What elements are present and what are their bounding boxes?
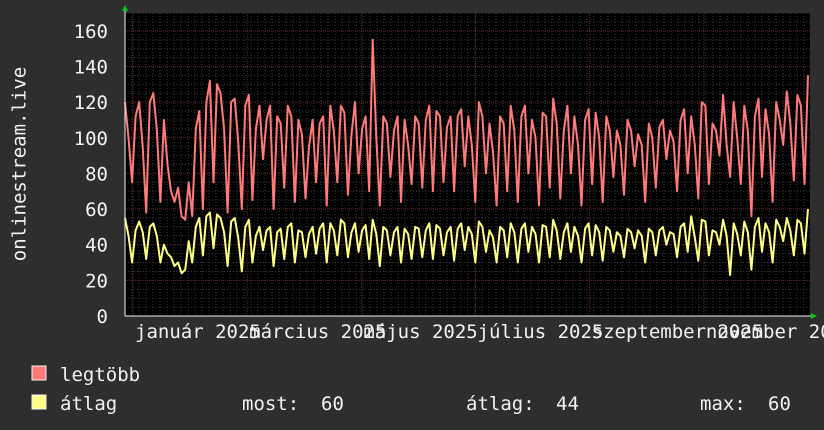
chart: 0 20 40 60 80 100 120 140 160 január 2025március… bbox=[0, 0, 824, 430]
x-tick-label: július 2025 bbox=[478, 321, 604, 343]
x-tick-labels: január 2025március 2025május 2025 július … bbox=[135, 321, 824, 343]
y-tick-label: 0 bbox=[97, 306, 108, 328]
y-tick-label: 100 bbox=[74, 128, 108, 150]
legend-swatch-atlag bbox=[31, 394, 47, 410]
stat-max-value: 60 bbox=[768, 393, 791, 415]
stat-avg-value: 44 bbox=[556, 393, 579, 415]
y-tick-label: 120 bbox=[74, 92, 108, 114]
y-tick-label: 80 bbox=[85, 163, 108, 185]
y-tick-label: 60 bbox=[85, 199, 108, 221]
legend-label-legtobb: legtöbb bbox=[60, 364, 140, 386]
x-tick-label: november 2025 bbox=[706, 321, 824, 343]
x-tick-label: január 2025 bbox=[135, 321, 261, 343]
y-tick-label: 160 bbox=[74, 21, 108, 43]
y-tick-label: 20 bbox=[85, 270, 108, 292]
stat-avg-label: átlag: bbox=[466, 393, 535, 415]
y-axis-label: onlinestream.live bbox=[9, 67, 31, 261]
legend-swatch-legtobb bbox=[31, 365, 47, 381]
stat-now-value: 60 bbox=[321, 393, 344, 415]
stat-now-label: most: bbox=[242, 393, 299, 415]
y-tick-label: 140 bbox=[74, 56, 108, 78]
legend-label-atlag: átlag bbox=[60, 393, 117, 415]
y-tick-label: 40 bbox=[85, 235, 108, 257]
stat-max-label: max: bbox=[700, 393, 746, 415]
x-tick-label: május 2025 bbox=[363, 321, 477, 343]
